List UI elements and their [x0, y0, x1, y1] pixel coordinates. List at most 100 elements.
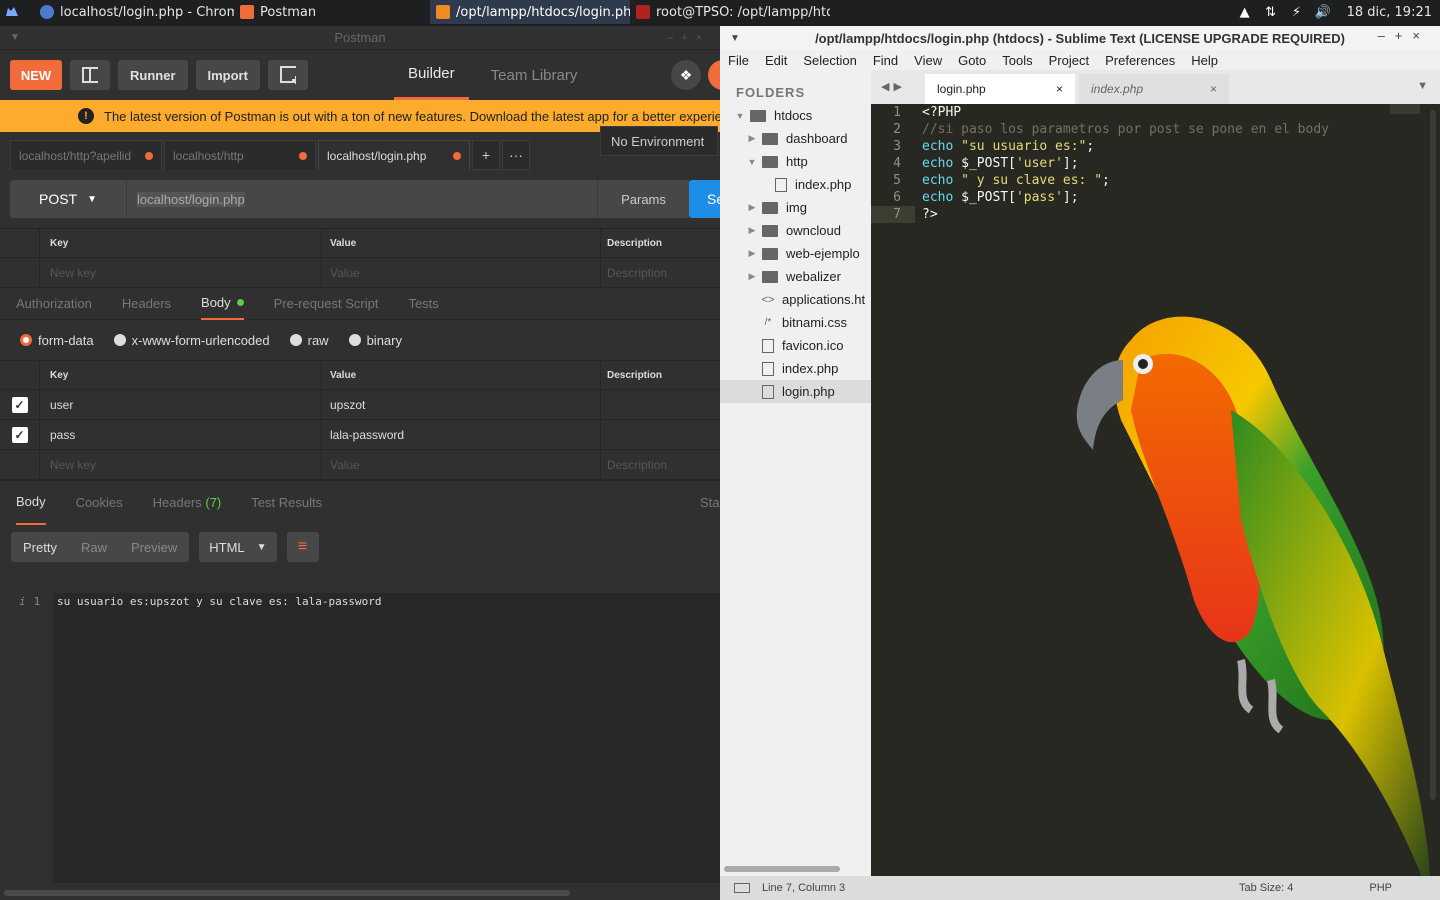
tab-pre-request-script[interactable]: Pre-request Script [274, 296, 379, 311]
row-checkbox[interactable]: ✓ [11, 426, 28, 443]
tab-builder[interactable]: Builder [393, 50, 469, 100]
request-tab-active[interactable]: localhost/login.php [318, 140, 470, 170]
tab-size[interactable]: Tab Size: 4 [1239, 882, 1293, 894]
new-button[interactable]: NEW [10, 60, 62, 90]
clock[interactable]: 18 dic, 19:21 [1347, 5, 1432, 20]
interceptor-icon[interactable]: ❖ [671, 60, 701, 90]
sidebar-item-http-index-php[interactable]: index.php [720, 173, 871, 196]
key-field[interactable]: user [40, 390, 322, 419]
sidebar-item-owncloud[interactable]: ▶ owncloud [720, 219, 871, 242]
panel-toggle-icon[interactable] [734, 883, 750, 893]
tab-dropdown-icon[interactable]: ▼ [1417, 80, 1428, 92]
new-description-input[interactable]: Description [601, 258, 720, 287]
tab-authorization[interactable]: Authorization [16, 296, 92, 311]
menu-selection[interactable]: Selection [803, 53, 856, 68]
tab-headers[interactable]: Headers [122, 296, 171, 311]
sidebar-item-img[interactable]: ▶ img [720, 196, 871, 219]
window-menu-icon[interactable]: ▼ [10, 32, 20, 43]
menu-help[interactable]: Help [1191, 53, 1218, 68]
new-window-button[interactable] [267, 60, 308, 90]
new-key-input[interactable]: New key [40, 258, 322, 287]
import-button[interactable]: Import [195, 60, 260, 90]
value-field[interactable]: lala-password [322, 420, 601, 449]
menu-preferences[interactable]: Preferences [1105, 53, 1175, 68]
more-tabs-button[interactable]: ··· [502, 140, 530, 170]
method-select[interactable]: POST ▼ [10, 180, 126, 218]
send-button[interactable]: Se [689, 180, 720, 218]
sidebar-item-http[interactable]: ▼ http [720, 150, 871, 173]
task-chromium[interactable]: localhost/login.php - Chromi... [34, 0, 234, 24]
sidebar-scrollbar[interactable] [724, 866, 840, 872]
request-tab[interactable]: localhost/http [164, 140, 316, 170]
params-button[interactable]: Params [597, 180, 689, 218]
sidebar-item-bitnami-css[interactable]: /* bitnami.css [720, 311, 871, 334]
close-icon[interactable]: × [1210, 82, 1217, 96]
key-field[interactable]: pass [40, 420, 322, 449]
tab-team-library[interactable]: Team Library [477, 50, 592, 100]
wrap-lines-icon[interactable]: ≡ [286, 532, 319, 562]
new-value-input[interactable]: Value [322, 258, 601, 287]
task-terminal[interactable]: root@TPSO: /opt/lampp/htdo... [630, 0, 830, 24]
sidebar-item-index-php[interactable]: index.php [720, 357, 871, 380]
tab-nav-arrows-icon[interactable]: ◀▶ [881, 80, 906, 93]
tab-response-headers[interactable]: Headers (7) [153, 495, 222, 510]
minimap[interactable] [1390, 104, 1420, 114]
runner-button[interactable]: Runner [118, 60, 188, 90]
radio-raw[interactable]: raw [289, 333, 329, 348]
description-field[interactable] [601, 420, 720, 449]
sidebar-item-webalizer[interactable]: ▶ webalizer [720, 265, 871, 288]
url-input[interactable]: localhost/login.php [126, 180, 597, 218]
sidebar-item-dashboard[interactable]: ▶ dashboard [720, 127, 871, 150]
description-field[interactable] [601, 390, 720, 419]
request-tab[interactable]: localhost/http?apellid [10, 140, 162, 170]
start-menu-icon[interactable] [0, 0, 24, 24]
close-icon[interactable]: × [1056, 82, 1063, 96]
tab-cookies[interactable]: Cookies [76, 495, 123, 510]
task-sublime[interactable]: /opt/lampp/htdocs/login.php ... [430, 0, 630, 24]
menu-edit[interactable]: Edit [765, 53, 787, 68]
sidebar-item-login-php[interactable]: login.php [720, 380, 871, 403]
radio-binary[interactable]: binary [348, 333, 402, 348]
sidebar-toggle-button[interactable] [70, 60, 110, 90]
menu-project[interactable]: Project [1049, 53, 1089, 68]
new-value-input[interactable]: Value [322, 450, 601, 479]
menu-file[interactable]: File [728, 53, 749, 68]
window-controls[interactable]: –+× [667, 32, 710, 44]
sidebar-item-htdocs[interactable]: ▼ htdocs [720, 104, 871, 127]
radio-form-data[interactable]: form-data [20, 333, 94, 348]
value-field[interactable]: upszot [322, 390, 601, 419]
add-tab-button[interactable]: + [472, 140, 500, 170]
sidebar-item-favicon[interactable]: favicon.ico [720, 334, 871, 357]
editor-tab-index-php[interactable]: index.php × [1079, 74, 1229, 104]
new-description-input[interactable]: Description [601, 450, 720, 479]
menu-goto[interactable]: Goto [958, 53, 986, 68]
network-icon[interactable]: ⇅ [1263, 4, 1279, 20]
view-preview[interactable]: Preview [119, 532, 189, 562]
format-select[interactable]: HTML ▼ [199, 532, 277, 562]
tab-response-body[interactable]: Body [16, 481, 46, 525]
sidebar-item-applications[interactable]: <> applications.ht [720, 288, 871, 311]
power-icon[interactable]: ⚡ [1289, 4, 1305, 20]
tab-body[interactable]: Body [201, 288, 244, 320]
sidebar-item-web-ejemplo[interactable]: ▶ web-ejemplo [720, 242, 871, 265]
view-pretty[interactable]: Pretty [11, 532, 69, 562]
editor-tab-login-php[interactable]: login.php × [925, 74, 1075, 104]
new-key-input[interactable]: New key [40, 450, 322, 479]
environment-select[interactable]: No Environment [600, 126, 718, 156]
radio-urlencoded[interactable]: x-www-form-urlencoded [113, 333, 270, 348]
window-menu-icon[interactable]: ▼ [730, 33, 740, 44]
horizontal-scrollbar[interactable] [4, 890, 570, 896]
sync-icon[interactable] [708, 60, 720, 90]
menu-tools[interactable]: Tools [1002, 53, 1032, 68]
response-body[interactable]: i1 su usuario es:upszot y su clave es: l… [11, 593, 720, 883]
task-postman[interactable]: Postman [234, 0, 430, 24]
code-editor[interactable]: <?PHP //si paso los parametros por post s… [922, 104, 1329, 223]
window-controls[interactable]: –+× [1378, 28, 1430, 43]
view-raw[interactable]: Raw [69, 532, 119, 562]
tab-test-results[interactable]: Test Results [251, 495, 322, 510]
syntax-mode[interactable]: PHP [1369, 882, 1392, 894]
row-checkbox[interactable]: ✓ [11, 396, 28, 413]
menu-find[interactable]: Find [873, 53, 898, 68]
tab-tests[interactable]: Tests [408, 296, 438, 311]
bell-icon[interactable]: ▲ [1237, 4, 1253, 20]
